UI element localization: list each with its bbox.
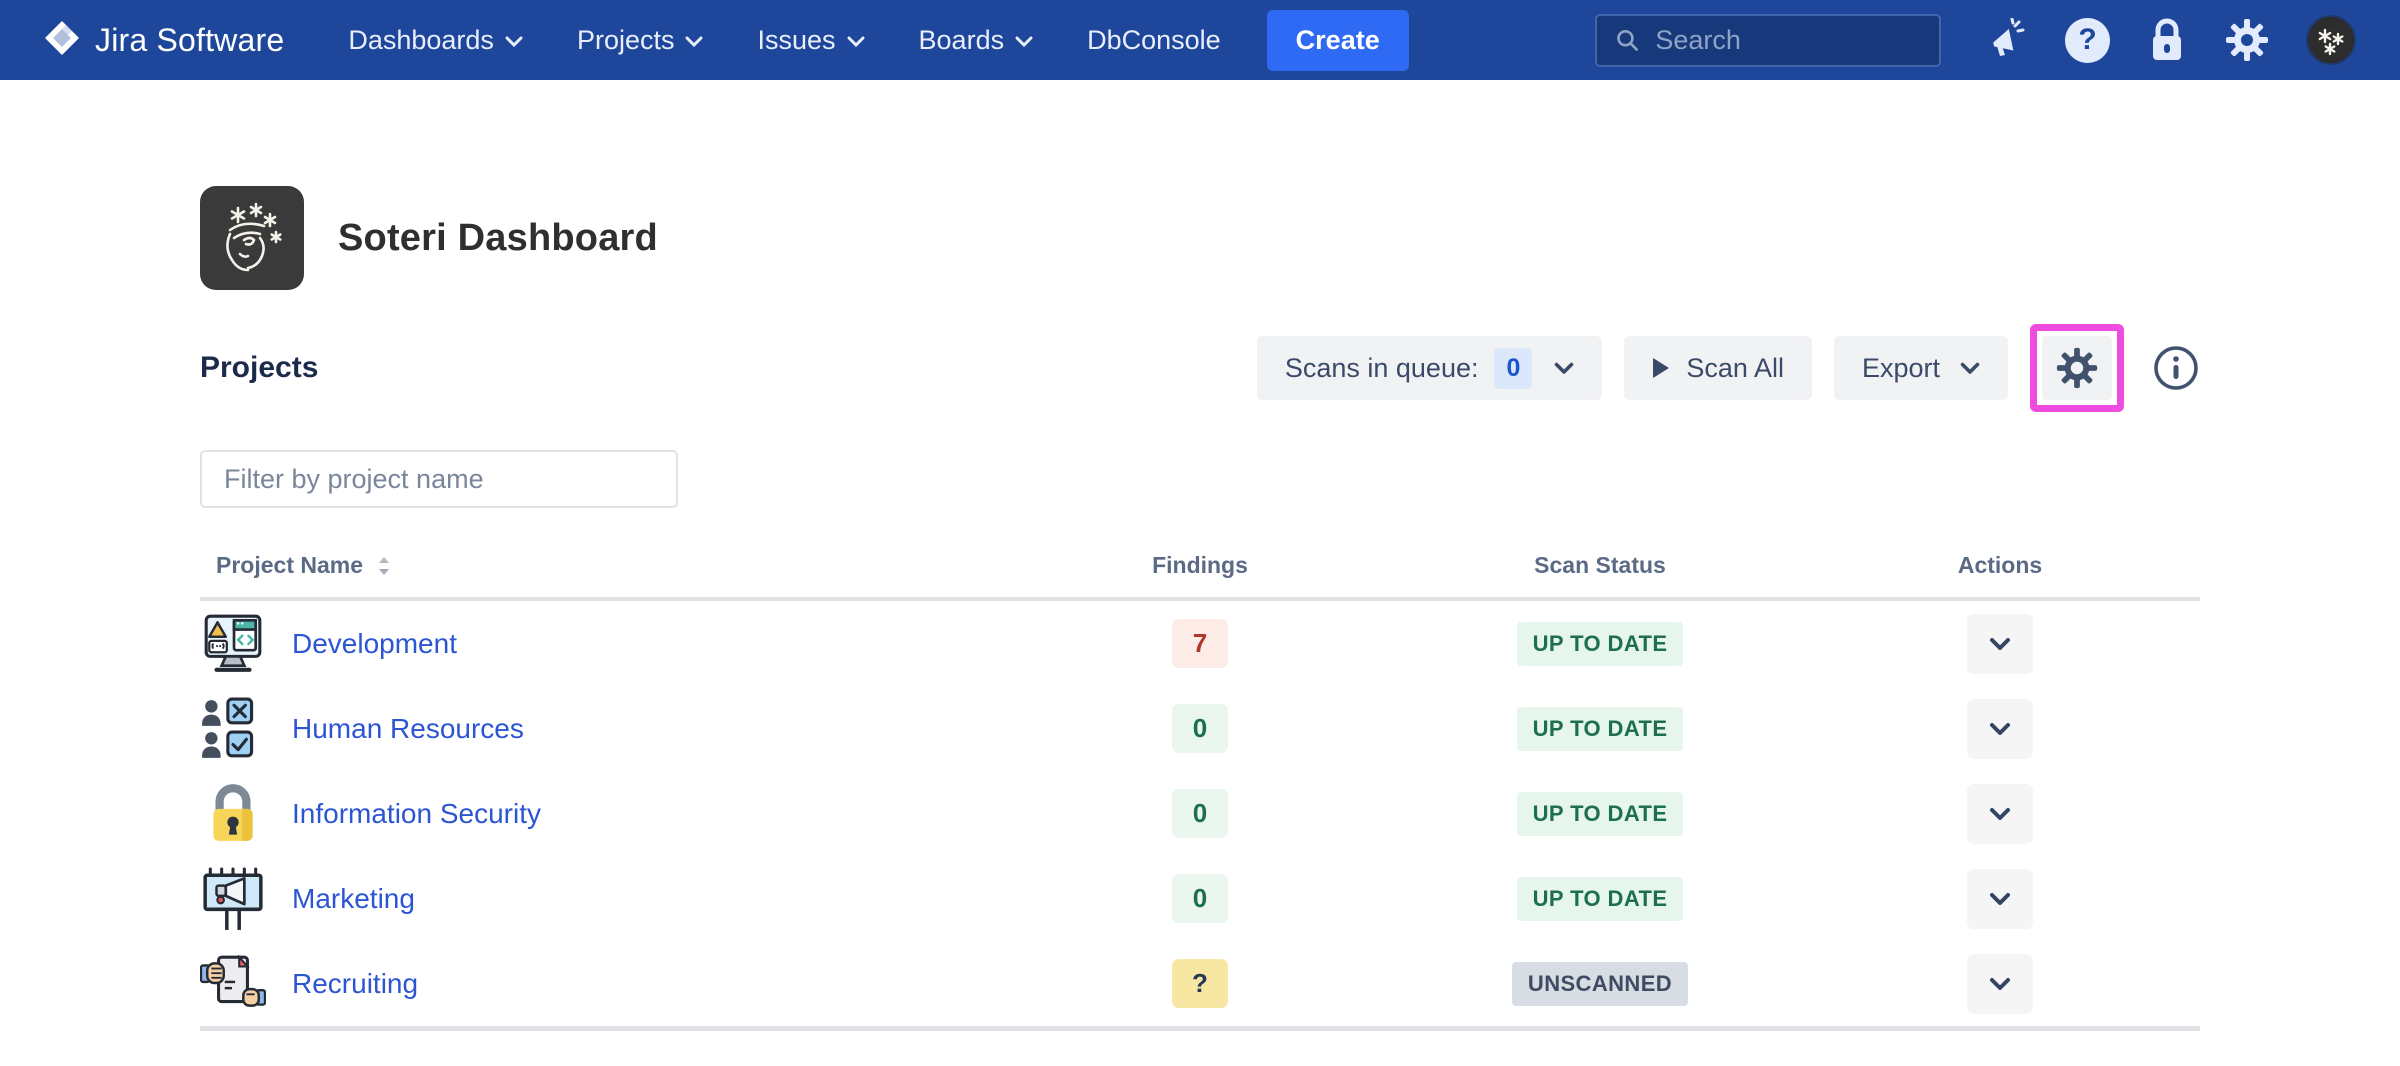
project-link[interactable]: Human Resources (292, 713, 524, 745)
column-header-findings: Findings (1152, 552, 1248, 578)
gear-icon (2056, 347, 2098, 389)
profile-avatar-button[interactable] (2306, 15, 2356, 65)
security-lock-project-icon (213, 783, 253, 841)
row-actions-dropdown[interactable] (1967, 953, 2033, 1014)
lock-icon (2153, 18, 2181, 60)
row-actions-dropdown[interactable] (1967, 783, 2033, 844)
table-row: Marketing 0 UP TO DATE (200, 856, 2200, 941)
row-actions-dropdown[interactable] (1967, 868, 2033, 929)
findings-badge: 0 (1172, 874, 1228, 923)
user-avatar (2306, 15, 2356, 65)
help-button[interactable]: ? (2065, 17, 2110, 63)
sort-icon (379, 556, 390, 575)
table-row: Recruiting ? UNSCANNED (200, 941, 2200, 1026)
table-row: Information Security 0 UP TO DATE (200, 771, 2200, 856)
scans-in-queue-dropdown[interactable]: Scans in queue: 0 (1256, 336, 1603, 400)
scan-status-badge: UP TO DATE (1516, 706, 1684, 751)
nav-search-box[interactable] (1595, 13, 1941, 67)
projects-toolbar: Scans in queue: 0 Scan All Export (1256, 324, 2200, 412)
chevron-down-icon (1990, 892, 2010, 905)
findings-badge: 0 (1172, 704, 1228, 753)
nav-menu: Dashboards Projects Issues Boards DbCons… (348, 25, 1220, 56)
column-header-actions: Actions (1957, 552, 2043, 578)
settings-highlight-box (2030, 324, 2124, 412)
queue-count-badge: 0 (1494, 347, 1533, 389)
scan-status-badge: UP TO DATE (1516, 791, 1684, 836)
projects-table: Project Name Findings Scan Status Action… (200, 552, 2200, 1031)
create-button[interactable]: Create (1266, 9, 1409, 71)
findings-badge: 7 (1172, 619, 1228, 668)
top-nav-bar: Jira Software Dashboards Projects Issues… (0, 0, 2400, 80)
chevron-down-icon (685, 36, 703, 47)
info-icon (2154, 346, 2198, 390)
soteri-logo-icon (200, 186, 304, 290)
nav-item-boards[interactable]: Boards (919, 25, 1034, 56)
nav-item-dbconsole[interactable]: DbConsole (1087, 25, 1221, 56)
play-icon (1653, 358, 1670, 378)
row-actions-dropdown[interactable] (1967, 613, 2033, 674)
project-link[interactable]: Recruiting (292, 968, 418, 1000)
nav-item-projects[interactable]: Projects (577, 25, 704, 56)
nav-icon-group: ? (1985, 15, 2356, 65)
main-content: Soteri Dashboard Projects Scans in queue… (200, 186, 2200, 1031)
page-title: Soteri Dashboard (338, 216, 658, 259)
search-icon (1617, 30, 1639, 51)
megaphone-icon (1993, 18, 2025, 56)
info-button[interactable] (2152, 344, 2200, 392)
project-link[interactable]: Development (292, 628, 457, 660)
projects-section-header: Projects Scans in queue: 0 Scan All Expo… (200, 324, 2200, 412)
chevron-down-icon (1990, 637, 2010, 650)
findings-badge: ? (1172, 959, 1228, 1008)
export-dropdown[interactable]: Export (1833, 336, 2008, 400)
announcement-button[interactable] (1985, 18, 2029, 62)
human-resources-project-icon (202, 697, 254, 758)
chevron-down-icon (1990, 977, 2010, 990)
chevron-down-icon (1015, 36, 1033, 47)
recruiting-project-icon (200, 953, 266, 1007)
table-row: Development 7 UP TO DATE (200, 601, 2200, 686)
chevron-down-icon (1555, 362, 1574, 374)
project-link[interactable]: Information Security (292, 798, 541, 830)
column-header-project-name[interactable]: Project Name (200, 552, 1000, 579)
project-link[interactable]: Marketing (292, 883, 415, 915)
chevron-down-icon (1960, 362, 1980, 374)
jira-brand[interactable]: Jira Software (44, 20, 284, 61)
dashboard-settings-button[interactable] (2042, 336, 2112, 400)
gear-icon (2226, 19, 2268, 61)
scan-all-button[interactable]: Scan All (1624, 336, 1812, 400)
development-project-icon (204, 614, 262, 672)
scan-status-badge: UP TO DATE (1516, 621, 1684, 666)
scans-in-queue-label: Scans in queue: (1284, 352, 1479, 383)
scan-status-badge: UNSCANNED (1511, 961, 1689, 1006)
dashboard-header: Soteri Dashboard (200, 186, 2200, 290)
brand-title: Jira Software (95, 21, 285, 58)
nav-item-dashboards[interactable]: Dashboards (348, 25, 523, 56)
table-row: Human Resources 0 UP TO DATE (200, 686, 2200, 771)
chevron-down-icon (1990, 722, 2010, 735)
table-bottom-divider (200, 1026, 2200, 1031)
chevron-down-icon (847, 36, 865, 47)
projects-heading: Projects (200, 351, 319, 384)
row-actions-dropdown[interactable] (1967, 698, 2033, 759)
chevron-down-icon (505, 36, 523, 47)
lock-button[interactable] (2146, 17, 2188, 63)
column-header-scan-status: Scan Status (1534, 552, 1666, 578)
marketing-project-icon (203, 867, 263, 930)
table-header-row: Project Name Findings Scan Status Action… (200, 552, 2200, 601)
findings-badge: 0 (1172, 789, 1228, 838)
chevron-down-icon (1990, 807, 2010, 820)
nav-item-issues[interactable]: Issues (757, 25, 865, 56)
nav-settings-button[interactable] (2224, 17, 2270, 63)
help-icon: ? (2065, 17, 2110, 63)
search-input[interactable] (1655, 24, 1921, 56)
jira-logo-icon (44, 20, 80, 61)
project-filter-input[interactable] (200, 450, 678, 508)
scan-status-badge: UP TO DATE (1516, 876, 1684, 921)
